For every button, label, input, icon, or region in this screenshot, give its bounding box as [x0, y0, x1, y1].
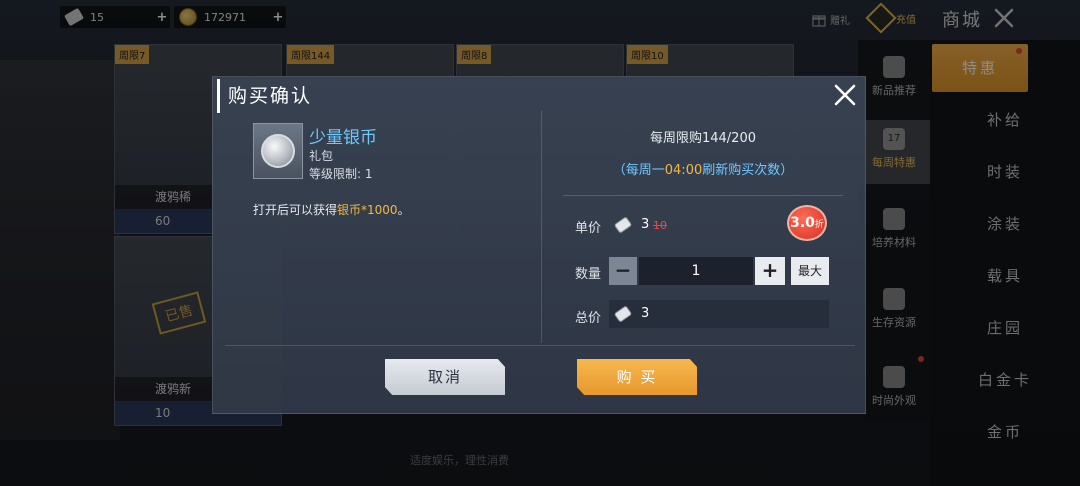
quantity-input[interactable]: 1 — [639, 257, 753, 285]
desc-prefix: 打开后可以获得 — [253, 203, 338, 217]
ticket-icon — [614, 306, 632, 322]
item-type: 礼包 — [309, 149, 334, 163]
desc-suffix: 。 — [397, 203, 410, 217]
item-thumbnail — [253, 123, 303, 179]
cancel-button[interactable]: 取消 — [385, 359, 505, 395]
discount-value: 3.0 — [790, 215, 815, 231]
refresh-prefix: （每周一 — [612, 163, 665, 178]
discount-badge: 3.0折 — [787, 205, 827, 241]
horizontal-divider — [225, 345, 855, 346]
refresh-suffix: 刷新购买次数） — [702, 163, 794, 178]
unit-price-label: 单价 — [575, 221, 602, 236]
buy-button[interactable]: 购 买 — [577, 359, 697, 395]
total-price-label: 总价 — [575, 311, 602, 326]
item-name: 少量银币 — [309, 128, 377, 148]
dialog-title: 购买确认 — [217, 79, 312, 113]
item-level-limit: 等级限制: 1 — [309, 167, 373, 181]
weekly-refresh-note: （每周一04:00刷新购买次数） — [563, 159, 843, 178]
ticket-icon — [614, 217, 632, 233]
quantity-max-button[interactable]: 最大 — [791, 257, 829, 285]
quantity-increase-button[interactable]: + — [755, 257, 785, 285]
section-divider — [563, 195, 843, 196]
refresh-time: 04:00 — [664, 163, 703, 178]
quantity-label: 数量 — [575, 267, 602, 282]
quantity-decrease-button[interactable]: − — [609, 257, 637, 285]
desc-highlight: 银币*1000 — [337, 203, 398, 217]
discount-unit: 折 — [814, 220, 824, 230]
weekly-purchase-limit: 每周限购144/200 — [649, 131, 756, 146]
purchase-confirm-dialog: 购买确认 少量银币 礼包 等级限制: 1 打开后可以获得银币*1000。 每周限… — [212, 76, 866, 414]
close-icon[interactable] — [833, 83, 857, 107]
item-description: 打开后可以获得银币*1000。 — [253, 201, 410, 218]
vertical-divider — [541, 111, 542, 343]
unit-price-original: 10 — [653, 219, 667, 232]
unit-price-current: 3 — [641, 217, 650, 232]
total-price-value: 3 — [641, 306, 650, 321]
silver-coin-icon — [261, 134, 295, 168]
